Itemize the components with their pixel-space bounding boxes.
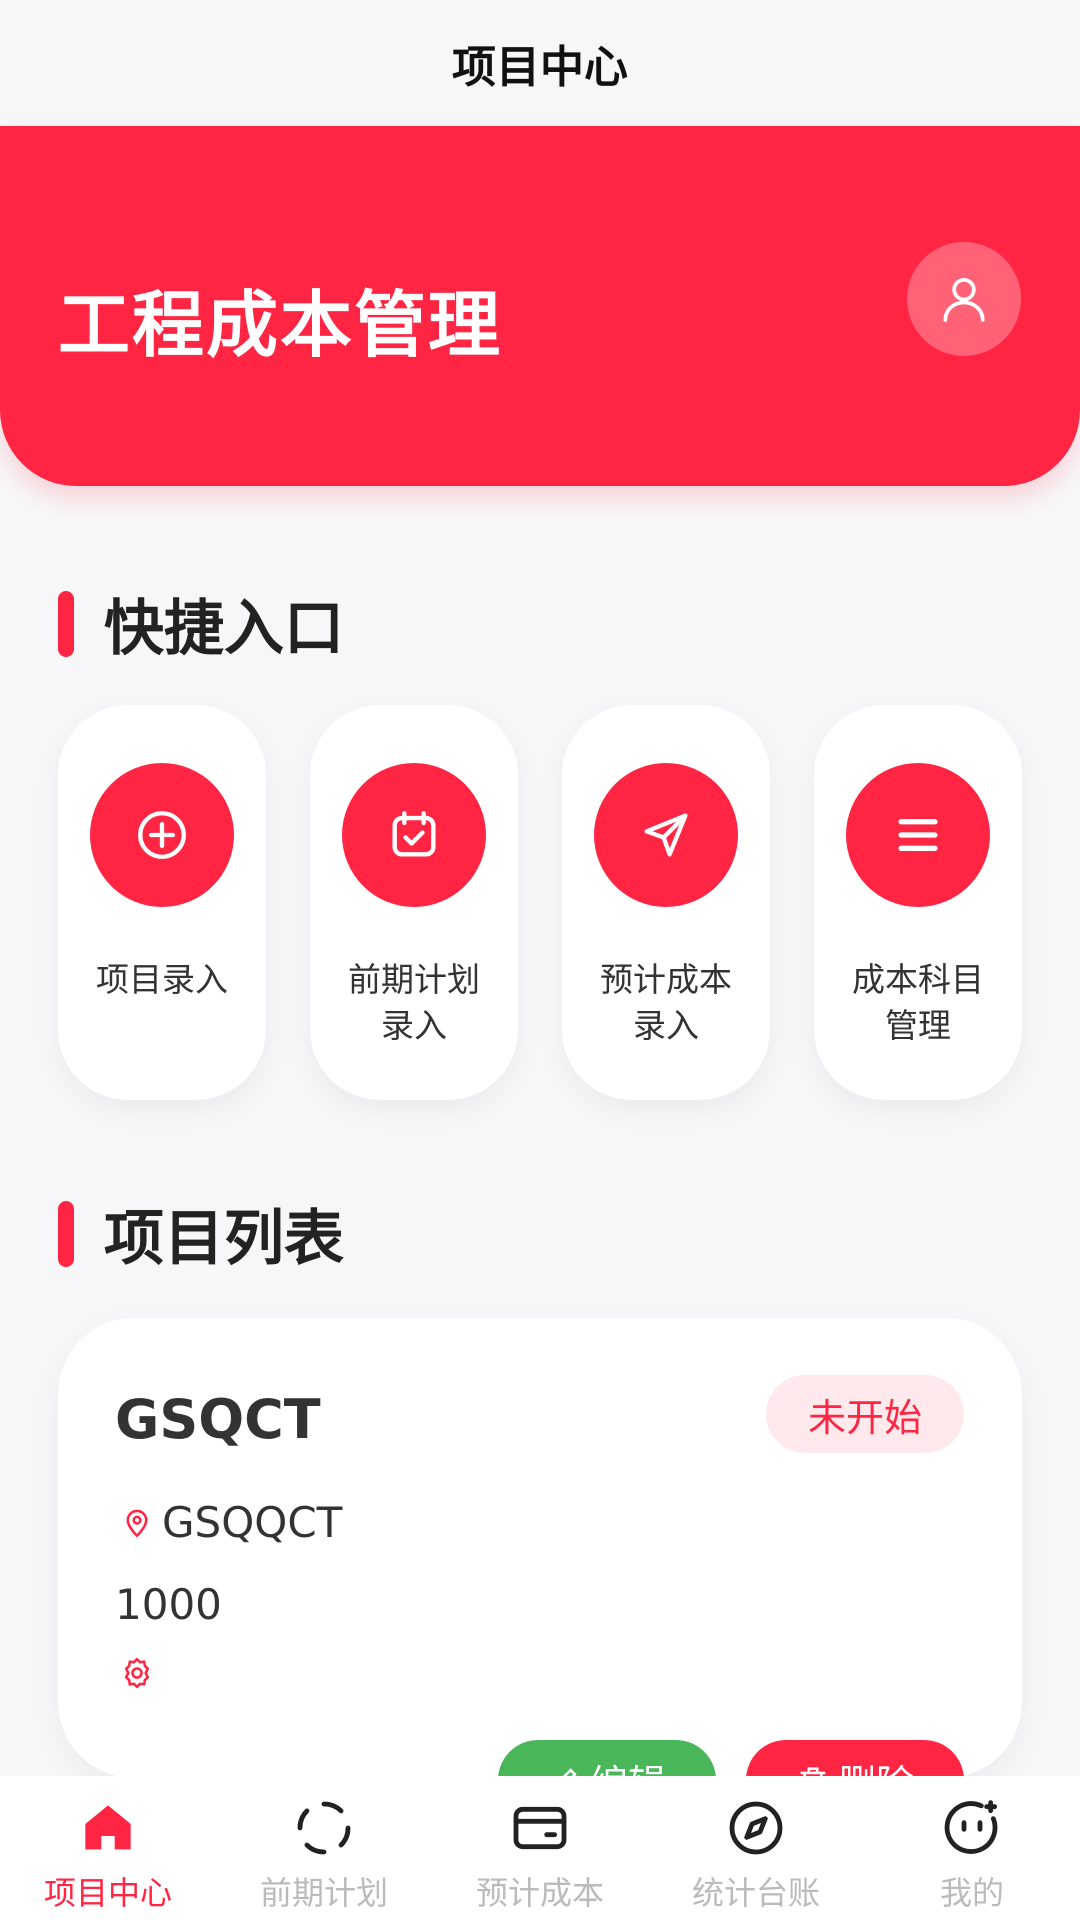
quick-entry-label: 项目录入 <box>96 960 228 999</box>
project-section-header: 项目列表 <box>58 1190 344 1277</box>
app-title: 工程成本管理 <box>58 283 503 367</box>
quick-entry-project-input[interactable]: 项目录入 <box>58 705 266 1100</box>
plus-circle-icon <box>90 763 234 907</box>
page-title: 项目中心 <box>452 42 628 93</box>
location-pin-icon <box>126 1509 148 1538</box>
loading-circle-icon <box>297 1801 351 1855</box>
project-amount: 1000 <box>115 1580 222 1629</box>
project-section-title: 项目列表 <box>104 1204 344 1274</box>
tab-mine[interactable]: 我的 <box>864 1776 1080 1920</box>
wallet-icon <box>513 1806 567 1850</box>
menu-icon <box>846 763 990 907</box>
compass-icon <box>729 1801 783 1855</box>
quick-entry-row: 项目录入 前期计划录入 预计成本录入 成本科目管理 <box>58 705 1022 1100</box>
project-settings[interactable] <box>119 1655 155 1695</box>
project-location: GSQQCT <box>120 1498 342 1547</box>
quick-entry-subject-manage[interactable]: 成本科目管理 <box>814 705 1022 1100</box>
tab-early-plan[interactable]: 前期计划 <box>216 1776 432 1920</box>
user-icon <box>943 278 985 322</box>
status-badge: 未开始 <box>766 1375 964 1453</box>
project-name: GSQCT <box>115 1388 321 1451</box>
user-avatar-button[interactable] <box>907 242 1021 356</box>
section-accent-bar <box>58 590 74 657</box>
quick-entry-plan-input[interactable]: 前期计划录入 <box>310 705 518 1100</box>
quick-entry-label: 前期计划录入 <box>348 960 480 1045</box>
hero-header: 工程成本管理 <box>0 126 1080 486</box>
navbar: 项目中心 <box>0 0 1080 126</box>
tab-label: 前期计划 <box>259 1874 388 1912</box>
project-location-text: GSQQCT <box>162 1498 343 1547</box>
tab-project-center[interactable]: 项目中心 <box>0 1776 216 1920</box>
tab-label: 项目中心 <box>43 1874 172 1912</box>
quick-section-header: 快捷入口 <box>58 580 344 667</box>
section-accent-bar <box>58 1200 74 1267</box>
gear-icon <box>124 1657 150 1689</box>
send-icon <box>594 763 738 907</box>
tab-label: 预计成本 <box>475 1874 604 1912</box>
quick-entry-label: 预计成本录入 <box>600 960 732 1045</box>
quick-section-title: 快捷入口 <box>104 594 344 664</box>
tab-label: 我的 <box>939 1874 1004 1912</box>
quick-entry-label: 成本科目管理 <box>852 960 984 1045</box>
tab-estimated-cost[interactable]: 预计成本 <box>432 1776 648 1920</box>
face-icon <box>944 1800 998 1854</box>
calendar-check-icon <box>342 763 486 907</box>
tab-statistics-ledger[interactable]: 统计台账 <box>648 1776 864 1920</box>
project-card[interactable]: GSQCT 未开始 GSQQCT 1000 编辑 删除 <box>58 1318 1022 1820</box>
tab-bar: 项目中心 前期计划 预计成本 统计台账 我的 <box>0 1776 1080 1920</box>
home-icon <box>85 1805 131 1850</box>
tab-label: 统计台账 <box>691 1874 820 1912</box>
quick-entry-cost-input[interactable]: 预计成本录入 <box>562 705 770 1100</box>
